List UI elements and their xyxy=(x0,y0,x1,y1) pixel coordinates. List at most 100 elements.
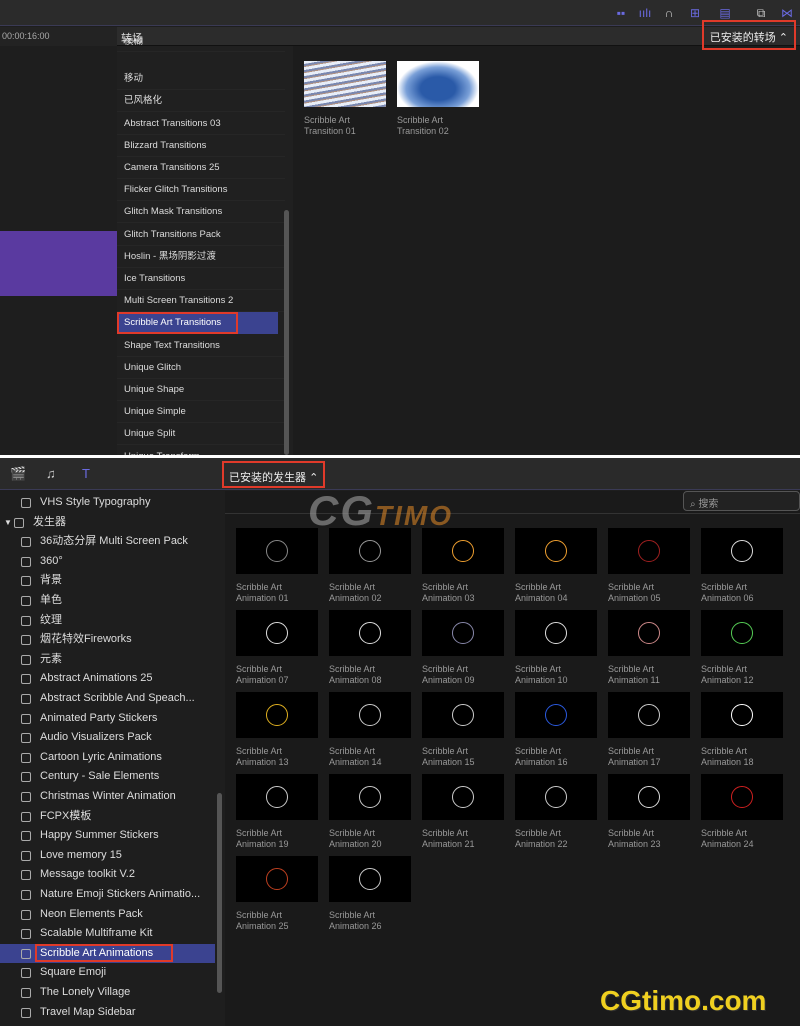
generator-item[interactable]: Scribble Art Animation 02 xyxy=(329,528,411,604)
sidebar-item[interactable]: Audio Visualizers Pack xyxy=(0,728,215,748)
sidebar-item[interactable]: 纹理 xyxy=(0,611,215,631)
audio-meter-icon[interactable]: ▪▪ xyxy=(614,6,628,20)
timeline-clip[interactable] xyxy=(0,231,117,296)
generator-item[interactable]: Scribble Art Animation 05 xyxy=(608,528,690,604)
transitions-browser-icon[interactable]: ⋈ xyxy=(780,6,794,20)
sidebar-item[interactable]: The Lonely Village xyxy=(0,983,215,1003)
thumbnail-art xyxy=(638,540,660,562)
sidebar-item[interactable]: Animated Party Stickers xyxy=(0,709,215,729)
sidebar-item[interactable]: Christmas Winter Animation xyxy=(0,787,215,807)
sidebar-item[interactable]: 单色 xyxy=(0,591,215,611)
generator-item[interactable]: Scribble Art Animation 26 xyxy=(329,856,411,932)
generator-item[interactable]: Scribble Art Animation 08 xyxy=(329,610,411,686)
sidebar-item[interactable]: Scalable Multiframe Kit xyxy=(0,924,215,944)
sidebar-item[interactable]: Square Emoji xyxy=(0,963,215,983)
list-item[interactable]: 模糊 xyxy=(117,38,285,52)
sidebar-item[interactable]: VHS Style Typography xyxy=(0,493,215,513)
list-item[interactable]: Unique Simple xyxy=(117,401,285,424)
disclosure-triangle-icon[interactable]: ▼ xyxy=(4,513,12,533)
transition-item[interactable]: Scribble Art Transition 01 xyxy=(304,61,386,137)
waveform-icon[interactable]: ıılı xyxy=(638,6,652,20)
list-item[interactable]: Glitch Transitions Pack xyxy=(117,224,285,246)
item-label: Scribble Art xyxy=(608,664,655,674)
scrollbar[interactable] xyxy=(217,793,222,993)
generator-item[interactable]: Scribble Art Animation 25 xyxy=(236,856,318,932)
list-item[interactable]: Shape Text Transitions xyxy=(117,335,285,357)
list-item[interactable]: 移动 xyxy=(117,68,285,91)
list-item[interactable]: Multi Screen Transitions 2 xyxy=(117,290,285,313)
list-item[interactable]: Ice Transitions xyxy=(117,268,285,290)
sidebar-item[interactable]: Neon Elements Pack xyxy=(0,905,215,925)
sidebar-item[interactable]: Cartoon Lyric Animations xyxy=(0,748,215,768)
sidebar-item[interactable]: ▼ 发生器 xyxy=(0,513,215,533)
sidebar-label: Happy Summer Stickers xyxy=(40,829,159,842)
generator-item[interactable]: Scribble Art Animation 06 xyxy=(701,528,783,604)
sidebar-item[interactable]: Love memory 15 xyxy=(0,846,215,866)
generator-item[interactable]: Scribble Art Animation 20 xyxy=(329,774,411,850)
generator-item[interactable]: Scribble Art Animation 01 xyxy=(236,528,318,604)
generator-item[interactable]: Scribble Art Animation 15 xyxy=(422,692,504,768)
generator-item[interactable]: Scribble Art Animation 21 xyxy=(422,774,504,850)
generator-item[interactable]: Scribble Art Animation 12 xyxy=(701,610,783,686)
transition-item[interactable]: Scribble Art Transition 02 xyxy=(397,61,479,137)
list-item[interactable]: Hoslin - 黑场阴影过渡 xyxy=(117,246,285,268)
list-item[interactable]: Flicker Glitch Transitions xyxy=(117,179,285,202)
generator-item[interactable]: Scribble Art Animation 16 xyxy=(515,692,597,768)
music-photo-icon[interactable]: ♫ xyxy=(46,466,56,481)
thumbnail-art xyxy=(452,786,474,808)
list-item[interactable]: Abstract Transitions 03 xyxy=(117,113,285,135)
item-label: Scribble Art xyxy=(422,582,469,592)
generator-item[interactable]: Scribble Art Animation 13 xyxy=(236,692,318,768)
generator-item[interactable]: Scribble Art Animation 10 xyxy=(515,610,597,686)
sidebar-item[interactable]: 36动态分屏 Multi Screen Pack xyxy=(0,532,215,552)
generator-item[interactable]: Scribble Art Animation 09 xyxy=(422,610,504,686)
sidebar-item[interactable]: Abstract Scribble And Speach... xyxy=(0,689,215,709)
generator-item[interactable]: Scribble Art Animation 07 xyxy=(236,610,318,686)
generator-item[interactable]: Scribble Art Animation 14 xyxy=(329,692,411,768)
sidebar-item[interactable]: 背景 xyxy=(0,571,215,591)
list-item[interactable]: Camera Transitions 25 xyxy=(117,157,285,179)
generator-item[interactable]: Scribble Art Animation 23 xyxy=(608,774,690,850)
scrollbar[interactable] xyxy=(284,210,289,455)
sidebar-item[interactable]: Nature Emoji Stickers Animatio... xyxy=(0,885,215,905)
item-label: Animation 18 xyxy=(701,757,754,767)
filmstrip-icon[interactable]: ▤ xyxy=(718,6,732,20)
generator-item[interactable]: Scribble Art Animation 17 xyxy=(608,692,690,768)
generator-item[interactable]: Scribble Art Animation 03 xyxy=(422,528,504,604)
generator-item[interactable]: Scribble Art Animation 24 xyxy=(701,774,783,850)
generator-item[interactable]: Scribble Art Animation 19 xyxy=(236,774,318,850)
thumbnail xyxy=(236,774,318,820)
headphones-icon[interactable]: ∩ xyxy=(662,6,676,20)
list-item[interactable]: Unique Shape xyxy=(117,379,285,401)
sidebar-item[interactable]: FCPX模板 xyxy=(0,807,215,827)
generator-item[interactable]: Scribble Art Animation 11 xyxy=(608,610,690,686)
generator-item[interactable]: Scribble Art Animation 22 xyxy=(515,774,597,850)
list-item[interactable]: 已风格化 xyxy=(117,90,285,113)
sidebar-label: Christmas Winter Animation xyxy=(40,790,176,802)
thumbnail xyxy=(701,692,783,738)
generator-item[interactable]: Scribble Art Animation 04 xyxy=(515,528,597,604)
sidebar-item[interactable]: 360° xyxy=(0,552,215,572)
sidebar-item[interactable]: Abstract Animations 25 xyxy=(0,669,215,689)
snapping-icon[interactable]: ⊞ xyxy=(688,6,702,20)
clapper-star-icon[interactable]: 🎬 xyxy=(10,466,26,482)
sidebar-item[interactable]: 元素 xyxy=(0,650,215,670)
sidebar-item[interactable]: Scribble Art Animations xyxy=(0,943,215,964)
list-item[interactable]: Scribble Art Transitions xyxy=(117,312,238,335)
sidebar-item[interactable]: Travel Map Sidebar xyxy=(0,1003,215,1023)
list-item[interactable]: Glitch Mask Transitions xyxy=(117,201,285,224)
search-input[interactable]: ⌕ 搜索 xyxy=(683,491,800,511)
list-item[interactable]: Unique Glitch xyxy=(117,357,285,379)
sidebar-item[interactable]: 烟花特效Fireworks xyxy=(0,630,215,650)
installed-generators-dropdown[interactable]: 已安装的发生器 ⌃ xyxy=(222,461,326,488)
installed-transitions-dropdown[interactable]: 已安装的转场 ⌃ xyxy=(701,20,796,50)
sidebar-item[interactable]: Century - Sale Elements xyxy=(0,767,215,787)
sidebar-item[interactable]: Happy Summer Stickers xyxy=(0,826,215,846)
sidebar-item[interactable]: Message toolkit V.2 xyxy=(0,865,215,885)
list-item[interactable]: Blizzard Transitions xyxy=(117,135,285,157)
generator-icon xyxy=(21,890,31,900)
generator-item[interactable]: Scribble Art Animation 18 xyxy=(701,692,783,768)
list-item[interactable]: Unique Split xyxy=(117,423,285,446)
titles-generators-icon[interactable]: T xyxy=(82,466,90,481)
window-icon[interactable]: ⧉ xyxy=(754,6,768,20)
